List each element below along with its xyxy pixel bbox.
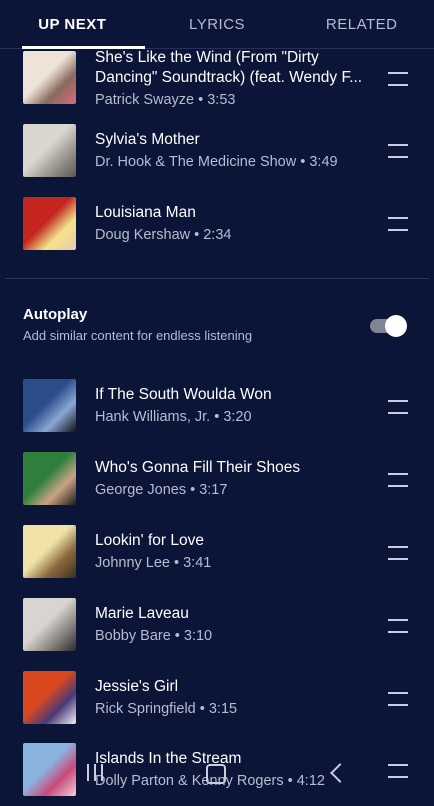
track-title: Louisiana Man xyxy=(95,204,196,221)
toggle-knob xyxy=(385,315,407,337)
track-title: She's Like the Wind (From "Dirty Dancing… xyxy=(95,49,363,86)
up-next-queue: She's Like the Wind (From "Dirty Dancing… xyxy=(0,48,434,250)
track-subtitle: Dr. Hook & The Medicine Show • 3:49 xyxy=(95,154,338,170)
track-subtitle: Hank Williams, Jr. • 3:20 xyxy=(95,409,252,425)
track-subtitle: Bobby Bare • 3:10 xyxy=(95,628,213,644)
queue-item[interactable]: Louisiana Man Doug Kershaw • 2:34 xyxy=(0,193,434,266)
track-subtitle: Rick Springfield • 3:15 xyxy=(95,701,238,717)
track-subtitle: Johnny Lee • 3:41 xyxy=(95,555,212,571)
track-title: Sylvia's Mother xyxy=(95,131,200,148)
queue-item[interactable]: Lookin' for Love Johnny Lee • 3:41 xyxy=(0,515,434,588)
back-icon[interactable] xyxy=(326,762,352,784)
drag-handle-icon[interactable] xyxy=(388,619,408,633)
section-divider xyxy=(5,278,429,279)
track-title: Lookin' for Love xyxy=(95,532,204,549)
track-title: If The South Woulda Won xyxy=(95,386,272,403)
drag-handle-icon[interactable] xyxy=(388,144,408,158)
album-art xyxy=(23,379,76,432)
track-meta: Who's Gonna Fill Their Shoes George Jone… xyxy=(95,458,374,500)
album-art xyxy=(23,525,76,578)
tab-up-next[interactable]: UP NEXT xyxy=(0,0,145,49)
recent-apps-icon[interactable] xyxy=(83,762,109,784)
drag-handle-icon[interactable] xyxy=(388,546,408,560)
track-subtitle: Doug Kershaw • 2:34 xyxy=(95,227,232,243)
track-meta: Lookin' for Love Johnny Lee • 3:41 xyxy=(95,531,374,573)
track-title: Who's Gonna Fill Their Shoes xyxy=(95,459,301,476)
drag-handle-icon[interactable] xyxy=(388,72,408,86)
tab-related[interactable]: RELATED xyxy=(289,0,434,48)
queue-item[interactable]: Jessie's Girl Rick Springfield • 3:15 xyxy=(0,661,434,734)
track-meta: She's Like the Wind (From "Dirty Dancing… xyxy=(95,48,374,110)
track-subtitle: George Jones • 3:17 xyxy=(95,482,228,498)
drag-handle-icon[interactable] xyxy=(388,692,408,706)
system-nav-bar xyxy=(0,744,434,800)
track-title: Jessie's Girl xyxy=(95,678,179,695)
track-meta: Marie Laveau Bobby Bare • 3:10 xyxy=(95,604,374,646)
track-meta: Jessie's Girl Rick Springfield • 3:15 xyxy=(95,677,374,719)
queue-item[interactable]: She's Like the Wind (From "Dirty Dancing… xyxy=(0,48,434,120)
autoplay-toggle[interactable] xyxy=(370,314,408,337)
track-title: Marie Laveau xyxy=(95,605,189,622)
tab-bar: UP NEXT LYRICS RELATED xyxy=(0,0,434,49)
album-art xyxy=(23,598,76,651)
track-meta: Sylvia's Mother Dr. Hook & The Medicine … xyxy=(95,130,374,172)
album-art xyxy=(23,124,76,177)
track-meta: Louisiana Man Doug Kershaw • 2:34 xyxy=(95,203,374,245)
queue-item[interactable]: Sylvia's Mother Dr. Hook & The Medicine … xyxy=(0,120,434,193)
album-art xyxy=(23,671,76,724)
album-art xyxy=(23,51,76,104)
drag-handle-icon[interactable] xyxy=(388,400,408,414)
track-meta: If The South Woulda Won Hank Williams, J… xyxy=(95,385,374,427)
drag-handle-icon[interactable] xyxy=(388,217,408,231)
home-icon[interactable] xyxy=(204,762,230,784)
drag-handle-icon[interactable] xyxy=(388,473,408,487)
album-art xyxy=(23,197,76,250)
track-subtitle: Patrick Swayze • 3:53 xyxy=(95,92,236,108)
queue-item[interactable]: Marie Laveau Bobby Bare • 3:10 xyxy=(0,588,434,661)
queue-item[interactable]: Who's Gonna Fill Their Shoes George Jone… xyxy=(0,442,434,515)
queue-item[interactable]: If The South Woulda Won Hank Williams, J… xyxy=(0,369,434,442)
album-art xyxy=(23,452,76,505)
tab-lyrics[interactable]: LYRICS xyxy=(145,0,290,48)
